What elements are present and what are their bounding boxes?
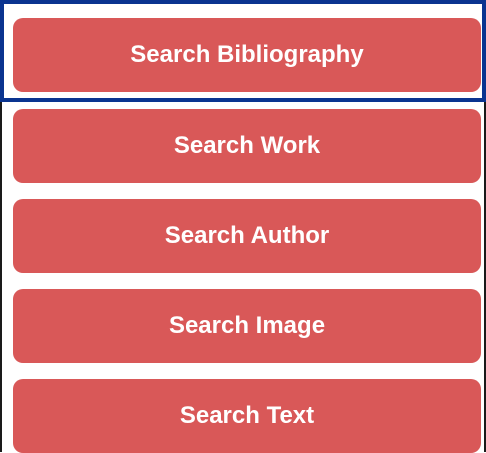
search-bibliography-button[interactable]: Search Bibliography [13,18,481,92]
search-image-button[interactable]: Search Image [13,289,481,363]
search-menu: Search Bibliography Search Work Search A… [0,0,486,453]
search-work-button[interactable]: Search Work [13,109,481,183]
search-text-button[interactable]: Search Text [13,379,481,453]
search-author-button[interactable]: Search Author [13,199,481,273]
